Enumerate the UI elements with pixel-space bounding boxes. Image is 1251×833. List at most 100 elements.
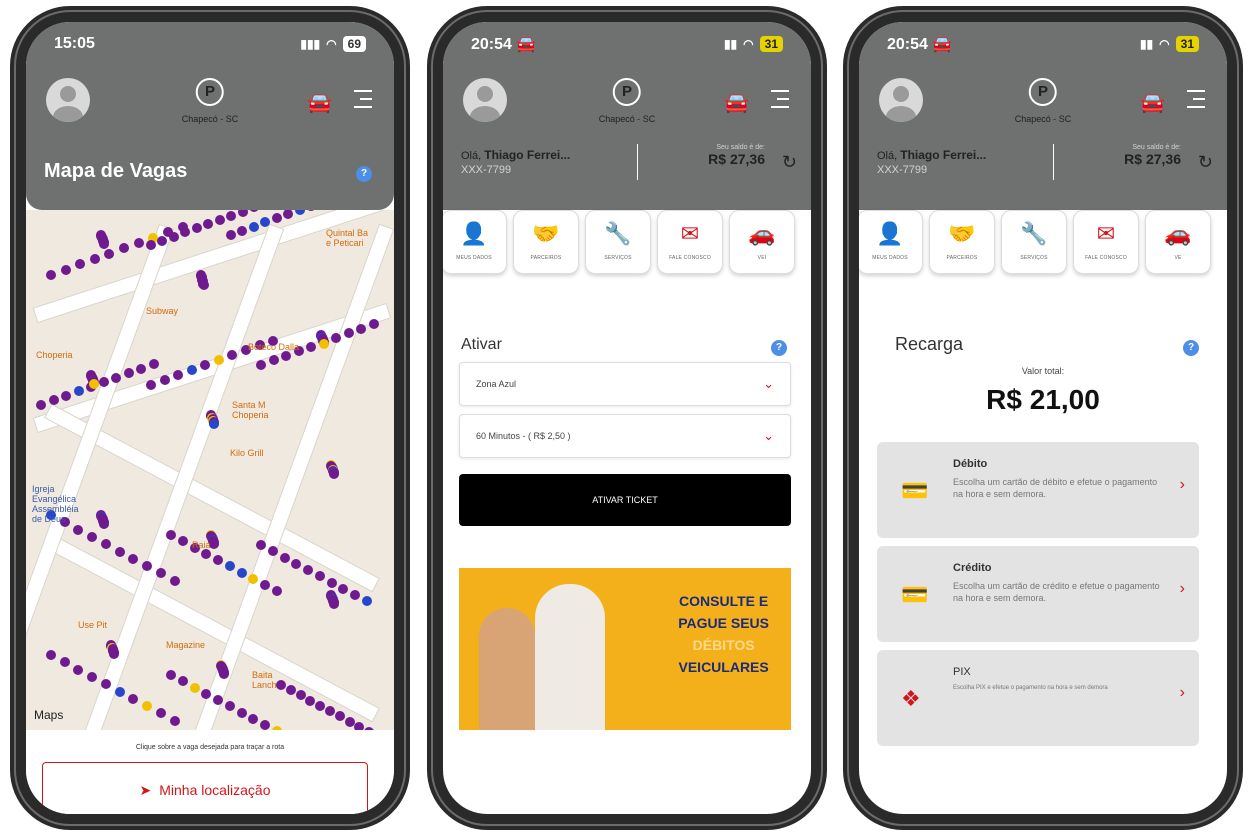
map-poi-label[interactable]: Raia: [192, 540, 211, 550]
parking-spot-marker[interactable]: [319, 339, 330, 350]
map-poi-label[interactable]: Igreja Evangélica Assembléia de Deus: [32, 484, 79, 524]
parking-spot-marker[interactable]: [279, 552, 290, 563]
duration-select[interactable]: 60 Minutos - ( R$ 2,50 ) ⌄: [459, 414, 791, 458]
parking-spot-marker[interactable]: [99, 239, 110, 250]
parking-spot-marker[interactable]: [224, 701, 235, 712]
parking-spot-marker[interactable]: [61, 390, 72, 401]
map-poi-label[interactable]: Baita Lanch: [252, 670, 277, 690]
parking-spot-marker[interactable]: [331, 332, 342, 343]
parking-spot-marker[interactable]: [260, 580, 271, 591]
activate-ticket-button[interactable]: ATIVAR TICKET: [459, 474, 791, 526]
parking-spot-marker[interactable]: [133, 238, 144, 249]
car-icon[interactable]: 🚘: [1140, 90, 1165, 115]
shortcut-tile[interactable]: ✉ FALE CONOSCO: [657, 210, 723, 274]
parking-spot-marker[interactable]: [166, 530, 176, 540]
parking-spot-marker[interactable]: [123, 368, 134, 379]
vehicle-debts-banner[interactable]: CONSULTE E PAGUE SEUS DÉBITOS VEICULARES: [459, 568, 791, 730]
parking-spot-marker[interactable]: [203, 219, 214, 230]
avatar[interactable]: [463, 78, 507, 122]
parking-spot-marker[interactable]: [326, 577, 337, 588]
parking-spot-marker[interactable]: [267, 546, 278, 557]
parking-spot-marker[interactable]: [114, 546, 125, 557]
parking-spot-marker[interactable]: [169, 575, 180, 586]
map-poi-label[interactable]: Kilo Grill: [230, 448, 264, 458]
parking-spot-marker[interactable]: [104, 248, 115, 259]
help-icon[interactable]: ?: [356, 166, 372, 182]
shortcut-tile[interactable]: 👤 MEUS DADOS: [443, 210, 507, 274]
parking-spot-marker[interactable]: [89, 379, 100, 390]
parking-spot-marker[interactable]: [306, 341, 317, 352]
parking-spot-marker[interactable]: [329, 599, 340, 610]
parking-spot-marker[interactable]: [350, 590, 361, 601]
parking-spot-marker[interactable]: [146, 380, 156, 390]
help-icon[interactable]: ?: [1183, 340, 1199, 356]
my-location-button[interactable]: ➤ Minha localização: [42, 762, 368, 814]
parking-spot-marker[interactable]: [226, 230, 236, 240]
parking-spot-marker[interactable]: [361, 596, 372, 607]
parking-spot-marker[interactable]: [248, 221, 259, 232]
parking-spot-marker[interactable]: [177, 536, 188, 547]
payment-option-pix[interactable]: ❖ PIX Escolha PIX e efetue o pagamento n…: [877, 650, 1199, 746]
parking-spot-marker[interactable]: [89, 254, 100, 265]
parking-spot-marker[interactable]: [248, 713, 259, 724]
parking-spot-marker[interactable]: [343, 328, 354, 339]
parking-spot-marker[interactable]: [169, 715, 180, 726]
parking-spot-marker[interactable]: [99, 519, 110, 530]
map-poi-label[interactable]: Choperia: [36, 350, 73, 360]
parking-spot-marker[interactable]: [60, 264, 71, 275]
parking-spot-marker[interactable]: [236, 707, 247, 718]
parking-spot-marker[interactable]: [213, 555, 224, 566]
parking-spot-marker[interactable]: [314, 571, 325, 582]
parking-spot-marker[interactable]: [59, 657, 70, 668]
payment-option-credit[interactable]: 💳 Crédito Escolha um cartão de crédito e…: [877, 546, 1199, 642]
map-poi-label[interactable]: Quintal Ba e Peticari: [326, 228, 368, 248]
parking-spot-marker[interactable]: [213, 695, 224, 706]
map-poi-label[interactable]: Subway: [146, 306, 178, 316]
map-poi-label[interactable]: Boteco Dalla: [248, 342, 299, 352]
parking-map[interactable]: Maps Quintal Ba e Peticari Subway Choperia…: [26, 210, 394, 730]
parking-spot-marker[interactable]: [224, 561, 235, 572]
parking-spot-marker[interactable]: [354, 721, 365, 730]
parking-spot-marker[interactable]: [128, 553, 139, 564]
shortcut-tile[interactable]: 🚗 VE: [1145, 210, 1211, 274]
menu-icon[interactable]: [1187, 90, 1205, 114]
parking-spot-marker[interactable]: [291, 558, 302, 569]
zone-select[interactable]: Zona Azul ⌄: [459, 362, 791, 406]
help-icon[interactable]: ?: [771, 340, 787, 356]
parking-spot-marker[interactable]: [168, 231, 179, 242]
parking-spot-marker[interactable]: [237, 210, 248, 217]
parking-spot-marker[interactable]: [142, 701, 153, 712]
parking-spot-marker[interactable]: [46, 650, 56, 660]
avatar[interactable]: [879, 78, 923, 122]
parking-spot-marker[interactable]: [186, 365, 197, 376]
parking-spot-marker[interactable]: [155, 568, 166, 579]
parking-spot-marker[interactable]: [155, 708, 166, 719]
parking-spot-marker[interactable]: [236, 567, 247, 578]
parking-spot-marker[interactable]: [285, 685, 296, 696]
parking-spot-marker[interactable]: [87, 531, 98, 542]
parking-spot-marker[interactable]: [305, 695, 316, 706]
shortcut-tile[interactable]: 🚗 VEI: [729, 210, 795, 274]
parking-spot-marker[interactable]: [189, 682, 200, 693]
parking-spot-marker[interactable]: [306, 210, 317, 211]
map-poi-label[interactable]: Magazine: [166, 640, 205, 650]
parking-spot-marker[interactable]: [368, 318, 379, 329]
refresh-icon[interactable]: ↻: [782, 152, 797, 173]
parking-spot-marker[interactable]: [338, 583, 349, 594]
parking-spot-marker[interactable]: [256, 360, 266, 370]
parking-spot-marker[interactable]: [111, 372, 122, 383]
parking-spot-marker[interactable]: [198, 279, 209, 290]
parking-spot-marker[interactable]: [283, 210, 294, 220]
parking-spot-marker[interactable]: [100, 539, 111, 550]
parking-spot-marker[interactable]: [226, 210, 237, 221]
parking-spot-marker[interactable]: [98, 377, 109, 388]
parking-spot-marker[interactable]: [128, 693, 139, 704]
parking-spot-marker[interactable]: [75, 259, 86, 270]
parking-spot-marker[interactable]: [209, 539, 220, 550]
parking-spot-marker[interactable]: [249, 210, 260, 213]
menu-icon[interactable]: [354, 90, 372, 114]
car-icon[interactable]: 🚘: [307, 90, 332, 115]
parking-spot-marker[interactable]: [87, 671, 98, 682]
map-poi-label[interactable]: Santa M Choperia: [232, 400, 269, 420]
parking-spot-marker[interactable]: [48, 395, 59, 406]
